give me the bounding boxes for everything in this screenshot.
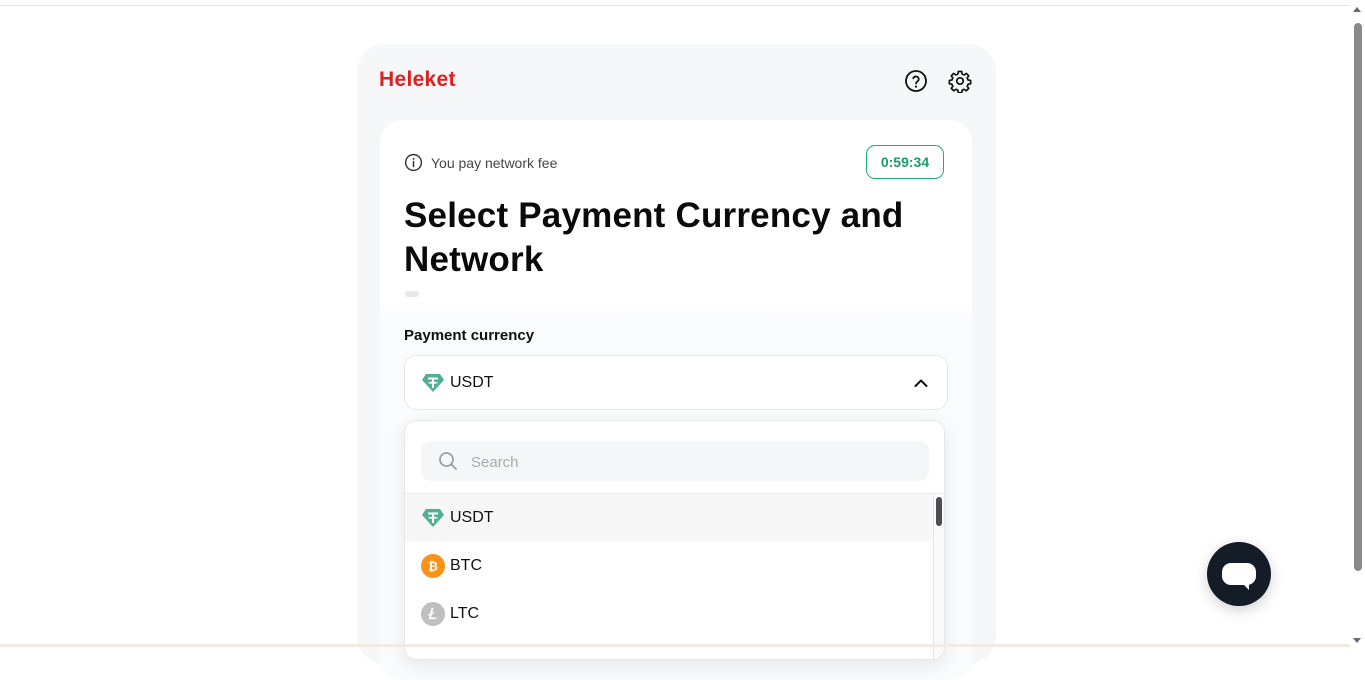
countdown-timer: 0:59:34 (866, 145, 944, 179)
scroll-down-arrow-icon[interactable] (1353, 638, 1361, 643)
currency-option-usdt[interactable]: USDT (405, 494, 932, 542)
scroll-up-arrow-icon[interactable] (1353, 7, 1361, 12)
selected-currency: USDT (450, 374, 494, 391)
browser-top-border (0, 0, 1365, 6)
chat-button[interactable] (1207, 542, 1271, 606)
chevron-up-icon[interactable] (913, 375, 929, 391)
currency-option-label: BTC (450, 557, 482, 574)
page-scrollbar[interactable] (1350, 5, 1365, 647)
currency-dropdown: USDT ₿ BTC LTC (404, 420, 945, 660)
brand-logo[interactable]: Heleket (379, 68, 456, 92)
currency-option-label: USDT (450, 509, 494, 526)
dropdown-scrollbar[interactable] (933, 494, 944, 659)
search-input[interactable] (469, 441, 913, 483)
info-circle-icon (404, 153, 423, 172)
payment-card: You pay network fee 0:59:34 Select Payme… (380, 120, 972, 680)
chat-bubble-icon (1222, 563, 1256, 590)
page-title: Select Payment Currency and Network (404, 196, 904, 279)
litecoin-icon (421, 602, 445, 626)
currency-option-label: LTC (450, 605, 480, 622)
loading-placeholder (405, 291, 419, 297)
currency-search[interactable] (421, 441, 929, 483)
dropdown-scrollbar-thumb[interactable] (936, 497, 942, 526)
tether-icon (421, 506, 445, 530)
search-icon (439, 452, 457, 470)
payment-currency-label: Payment currency (404, 327, 535, 344)
payment-widget: Heleket You pay network fee 0:59:34 Sele… (357, 44, 996, 680)
svg-text:₿: ₿ (428, 560, 438, 574)
network-fee-text: You pay network fee (431, 154, 558, 171)
tether-icon (422, 374, 444, 392)
question-circle-icon[interactable] (904, 69, 928, 93)
page-scrollbar-thumb[interactable] (1354, 23, 1362, 571)
payment-currency-select[interactable]: USDT (404, 355, 948, 410)
network-fee-notice: You pay network fee (404, 153, 557, 172)
currency-option-ltc[interactable]: LTC (405, 590, 932, 638)
currency-option-btc[interactable]: ₿ BTC (405, 542, 932, 590)
bitcoin-icon: ₿ (421, 554, 445, 578)
gear-icon[interactable] (948, 69, 972, 93)
